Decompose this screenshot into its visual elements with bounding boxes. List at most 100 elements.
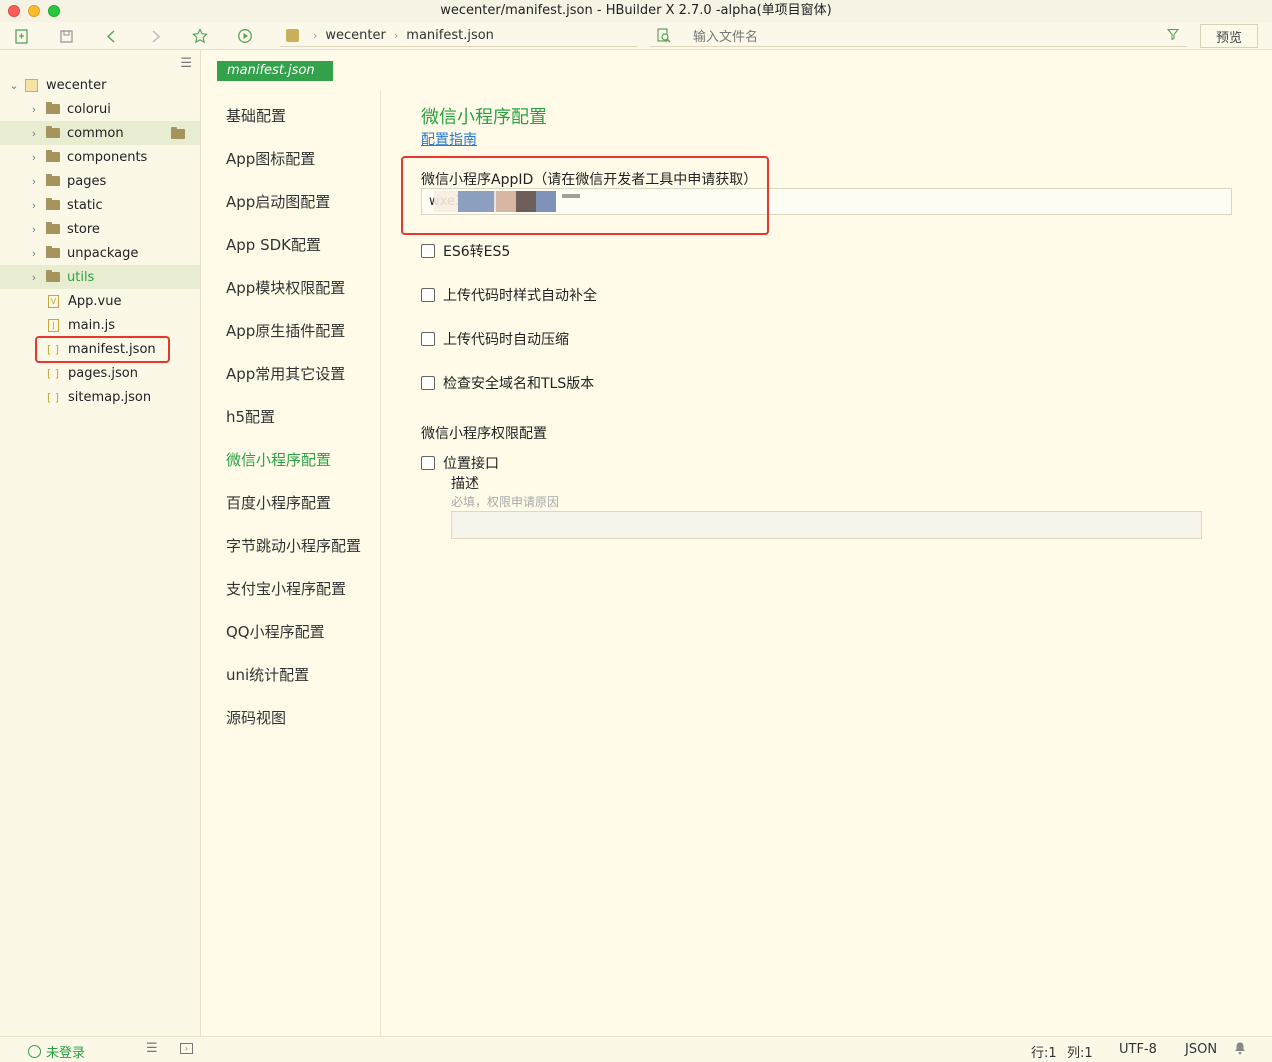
breadcrumb-file[interactable]: manifest.json bbox=[406, 28, 494, 43]
checkbox[interactable] bbox=[421, 376, 435, 390]
chevron-right-icon: › bbox=[31, 222, 37, 236]
notification-bell-icon[interactable] bbox=[1234, 1041, 1246, 1059]
checkbox[interactable] bbox=[421, 456, 435, 470]
tree-folder-static[interactable]: › static bbox=[0, 193, 200, 217]
checkbox-minify[interactable]: 上传代码时自动压缩 bbox=[421, 329, 569, 349]
save-icon[interactable] bbox=[57, 27, 75, 45]
permission-section-title: 微信小程序权限配置 bbox=[421, 426, 547, 442]
menu-item-alipay[interactable]: 支付宝小程序配置 bbox=[226, 578, 346, 599]
checkbox-label: 上传代码时自动压缩 bbox=[443, 332, 569, 348]
checkbox[interactable] bbox=[421, 332, 435, 346]
open-folder-icon[interactable] bbox=[171, 127, 185, 139]
tree-item-label: main.js bbox=[68, 317, 115, 333]
breadcrumb-separator-icon: › bbox=[393, 29, 399, 42]
title-bar: wecenter/manifest.json - HBuilder X 2.7.… bbox=[0, 0, 1272, 22]
checkbox[interactable] bbox=[421, 288, 435, 302]
tree-folder-common[interactable]: › common bbox=[0, 121, 200, 145]
tree-item-label: components bbox=[67, 149, 148, 165]
config-guide-link[interactable]: 配置指南 bbox=[421, 129, 477, 149]
new-file-icon[interactable] bbox=[12, 27, 30, 45]
tree-item-label: pages.json bbox=[68, 365, 138, 381]
description-hint: 必填，权限申请原因 bbox=[451, 495, 560, 509]
login-status[interactable]: 未登录 bbox=[28, 1042, 85, 1061]
close-window-button[interactable] bbox=[8, 5, 20, 17]
cursor-line[interactable]: 行:1 bbox=[1031, 1042, 1057, 1061]
project-icon bbox=[25, 78, 38, 92]
checkbox-auto-prefix[interactable]: 上传代码时样式自动补全 bbox=[421, 285, 597, 305]
tree-folder-colorui[interactable]: › colorui bbox=[0, 97, 200, 121]
tree-item-label: pages bbox=[67, 173, 107, 189]
menu-item-app-sdk[interactable]: App SDK配置 bbox=[226, 234, 321, 255]
tree-item-label: unpackage bbox=[67, 245, 139, 261]
search-file-icon bbox=[656, 28, 671, 47]
folder-icon bbox=[46, 102, 60, 114]
menu-item-source-view[interactable]: 源码视图 bbox=[226, 707, 286, 728]
menu-item-basic[interactable]: 基础配置 bbox=[226, 105, 286, 126]
menu-item-app-native-plugins[interactable]: App原生插件配置 bbox=[226, 320, 345, 341]
highlight-annotation bbox=[35, 336, 170, 363]
back-icon[interactable] bbox=[102, 27, 120, 45]
tree-folder-utils[interactable]: › utils bbox=[0, 265, 200, 289]
file-search-input[interactable]: 输入文件名 bbox=[650, 25, 1187, 47]
tab-manifest-json[interactable]: manifest.json bbox=[217, 61, 333, 81]
checkbox-location-api[interactable]: 位置接口 bbox=[421, 453, 499, 473]
menu-item-baidu[interactable]: 百度小程序配置 bbox=[226, 492, 331, 513]
menu-item-app-splash[interactable]: App启动图配置 bbox=[226, 191, 330, 212]
minimize-window-button[interactable] bbox=[28, 5, 40, 17]
folder-icon bbox=[46, 126, 60, 138]
menu-item-h5[interactable]: h5配置 bbox=[226, 406, 275, 427]
preview-button[interactable]: 预览 bbox=[1200, 24, 1258, 48]
folder-icon bbox=[46, 198, 60, 210]
tree-item-label: wecenter bbox=[46, 77, 107, 93]
tree-file-pages-json[interactable]: [ ] pages.json bbox=[0, 361, 200, 385]
menu-item-app-other[interactable]: App常用其它设置 bbox=[226, 363, 345, 384]
menu-item-app-icon[interactable]: App图标配置 bbox=[226, 148, 315, 169]
forward-icon[interactable] bbox=[146, 27, 164, 45]
checkbox-label: 上传代码时样式自动补全 bbox=[443, 288, 597, 304]
menu-item-app-modules[interactable]: App模块权限配置 bbox=[226, 277, 345, 298]
chevron-right-icon: › bbox=[31, 198, 37, 212]
checkbox-es6-to-es5[interactable]: ES6转ES5 bbox=[421, 241, 510, 261]
outline-icon[interactable]: ☰ bbox=[146, 1041, 158, 1056]
folder-icon bbox=[46, 270, 60, 282]
menu-item-uni-stat[interactable]: uni统计配置 bbox=[226, 664, 309, 685]
checkbox-check-domain-tls[interactable]: 检查安全域名和TLS版本 bbox=[421, 373, 594, 393]
vue-file-icon: V bbox=[48, 294, 59, 308]
menu-item-weixin[interactable]: 微信小程序配置 bbox=[226, 449, 331, 470]
chevron-down-icon: ⌄ bbox=[9, 78, 19, 92]
tree-file-main-js[interactable]: J main.js bbox=[0, 313, 200, 337]
folder-icon bbox=[46, 246, 60, 258]
tree-project-root[interactable]: ⌄ wecenter bbox=[0, 73, 200, 97]
tree-folder-store[interactable]: › store bbox=[0, 217, 200, 241]
project-explorer: ☰ ⌄ wecenter › colorui › common › compon… bbox=[0, 50, 201, 1036]
breadcrumb-project[interactable]: wecenter bbox=[325, 28, 385, 43]
filter-icon[interactable] bbox=[1166, 28, 1180, 44]
page-title: 微信小程序配置 bbox=[421, 107, 547, 128]
status-bar: 未登录 ☰ › 行:1 列:1 UTF-8 JSON bbox=[0, 1036, 1272, 1062]
breadcrumb[interactable]: › wecenter › manifest.json bbox=[280, 25, 637, 47]
language-mode[interactable]: JSON bbox=[1185, 1042, 1217, 1057]
folder-icon bbox=[46, 150, 60, 162]
explorer-menu-icon[interactable]: ☰ bbox=[180, 56, 192, 71]
chevron-right-icon: › bbox=[31, 174, 37, 188]
tree-file-app-vue[interactable]: V App.vue bbox=[0, 289, 200, 313]
cursor-column[interactable]: 列:1 bbox=[1067, 1042, 1093, 1061]
encoding[interactable]: UTF-8 bbox=[1119, 1042, 1157, 1057]
folder-icon bbox=[46, 174, 60, 186]
maximize-window-button[interactable] bbox=[48, 5, 60, 17]
terminal-icon[interactable]: › bbox=[180, 1043, 193, 1054]
tree-item-label: colorui bbox=[67, 101, 111, 117]
run-icon[interactable] bbox=[236, 27, 254, 45]
menu-item-bytedance[interactable]: 字节跳动小程序配置 bbox=[226, 535, 361, 556]
tree-folder-pages[interactable]: › pages bbox=[0, 169, 200, 193]
js-file-icon: J bbox=[48, 318, 59, 332]
tree-file-sitemap-json[interactable]: [ ] sitemap.json bbox=[0, 385, 200, 409]
description-input[interactable] bbox=[451, 511, 1202, 539]
folder-icon bbox=[46, 222, 60, 234]
checkbox[interactable] bbox=[421, 244, 435, 258]
favorite-star-icon[interactable] bbox=[191, 27, 209, 45]
tree-folder-components[interactable]: › components bbox=[0, 145, 200, 169]
menu-item-qq[interactable]: QQ小程序配置 bbox=[226, 621, 325, 642]
tree-folder-unpackage[interactable]: › unpackage bbox=[0, 241, 200, 265]
json-file-icon: [ ] bbox=[46, 366, 60, 380]
